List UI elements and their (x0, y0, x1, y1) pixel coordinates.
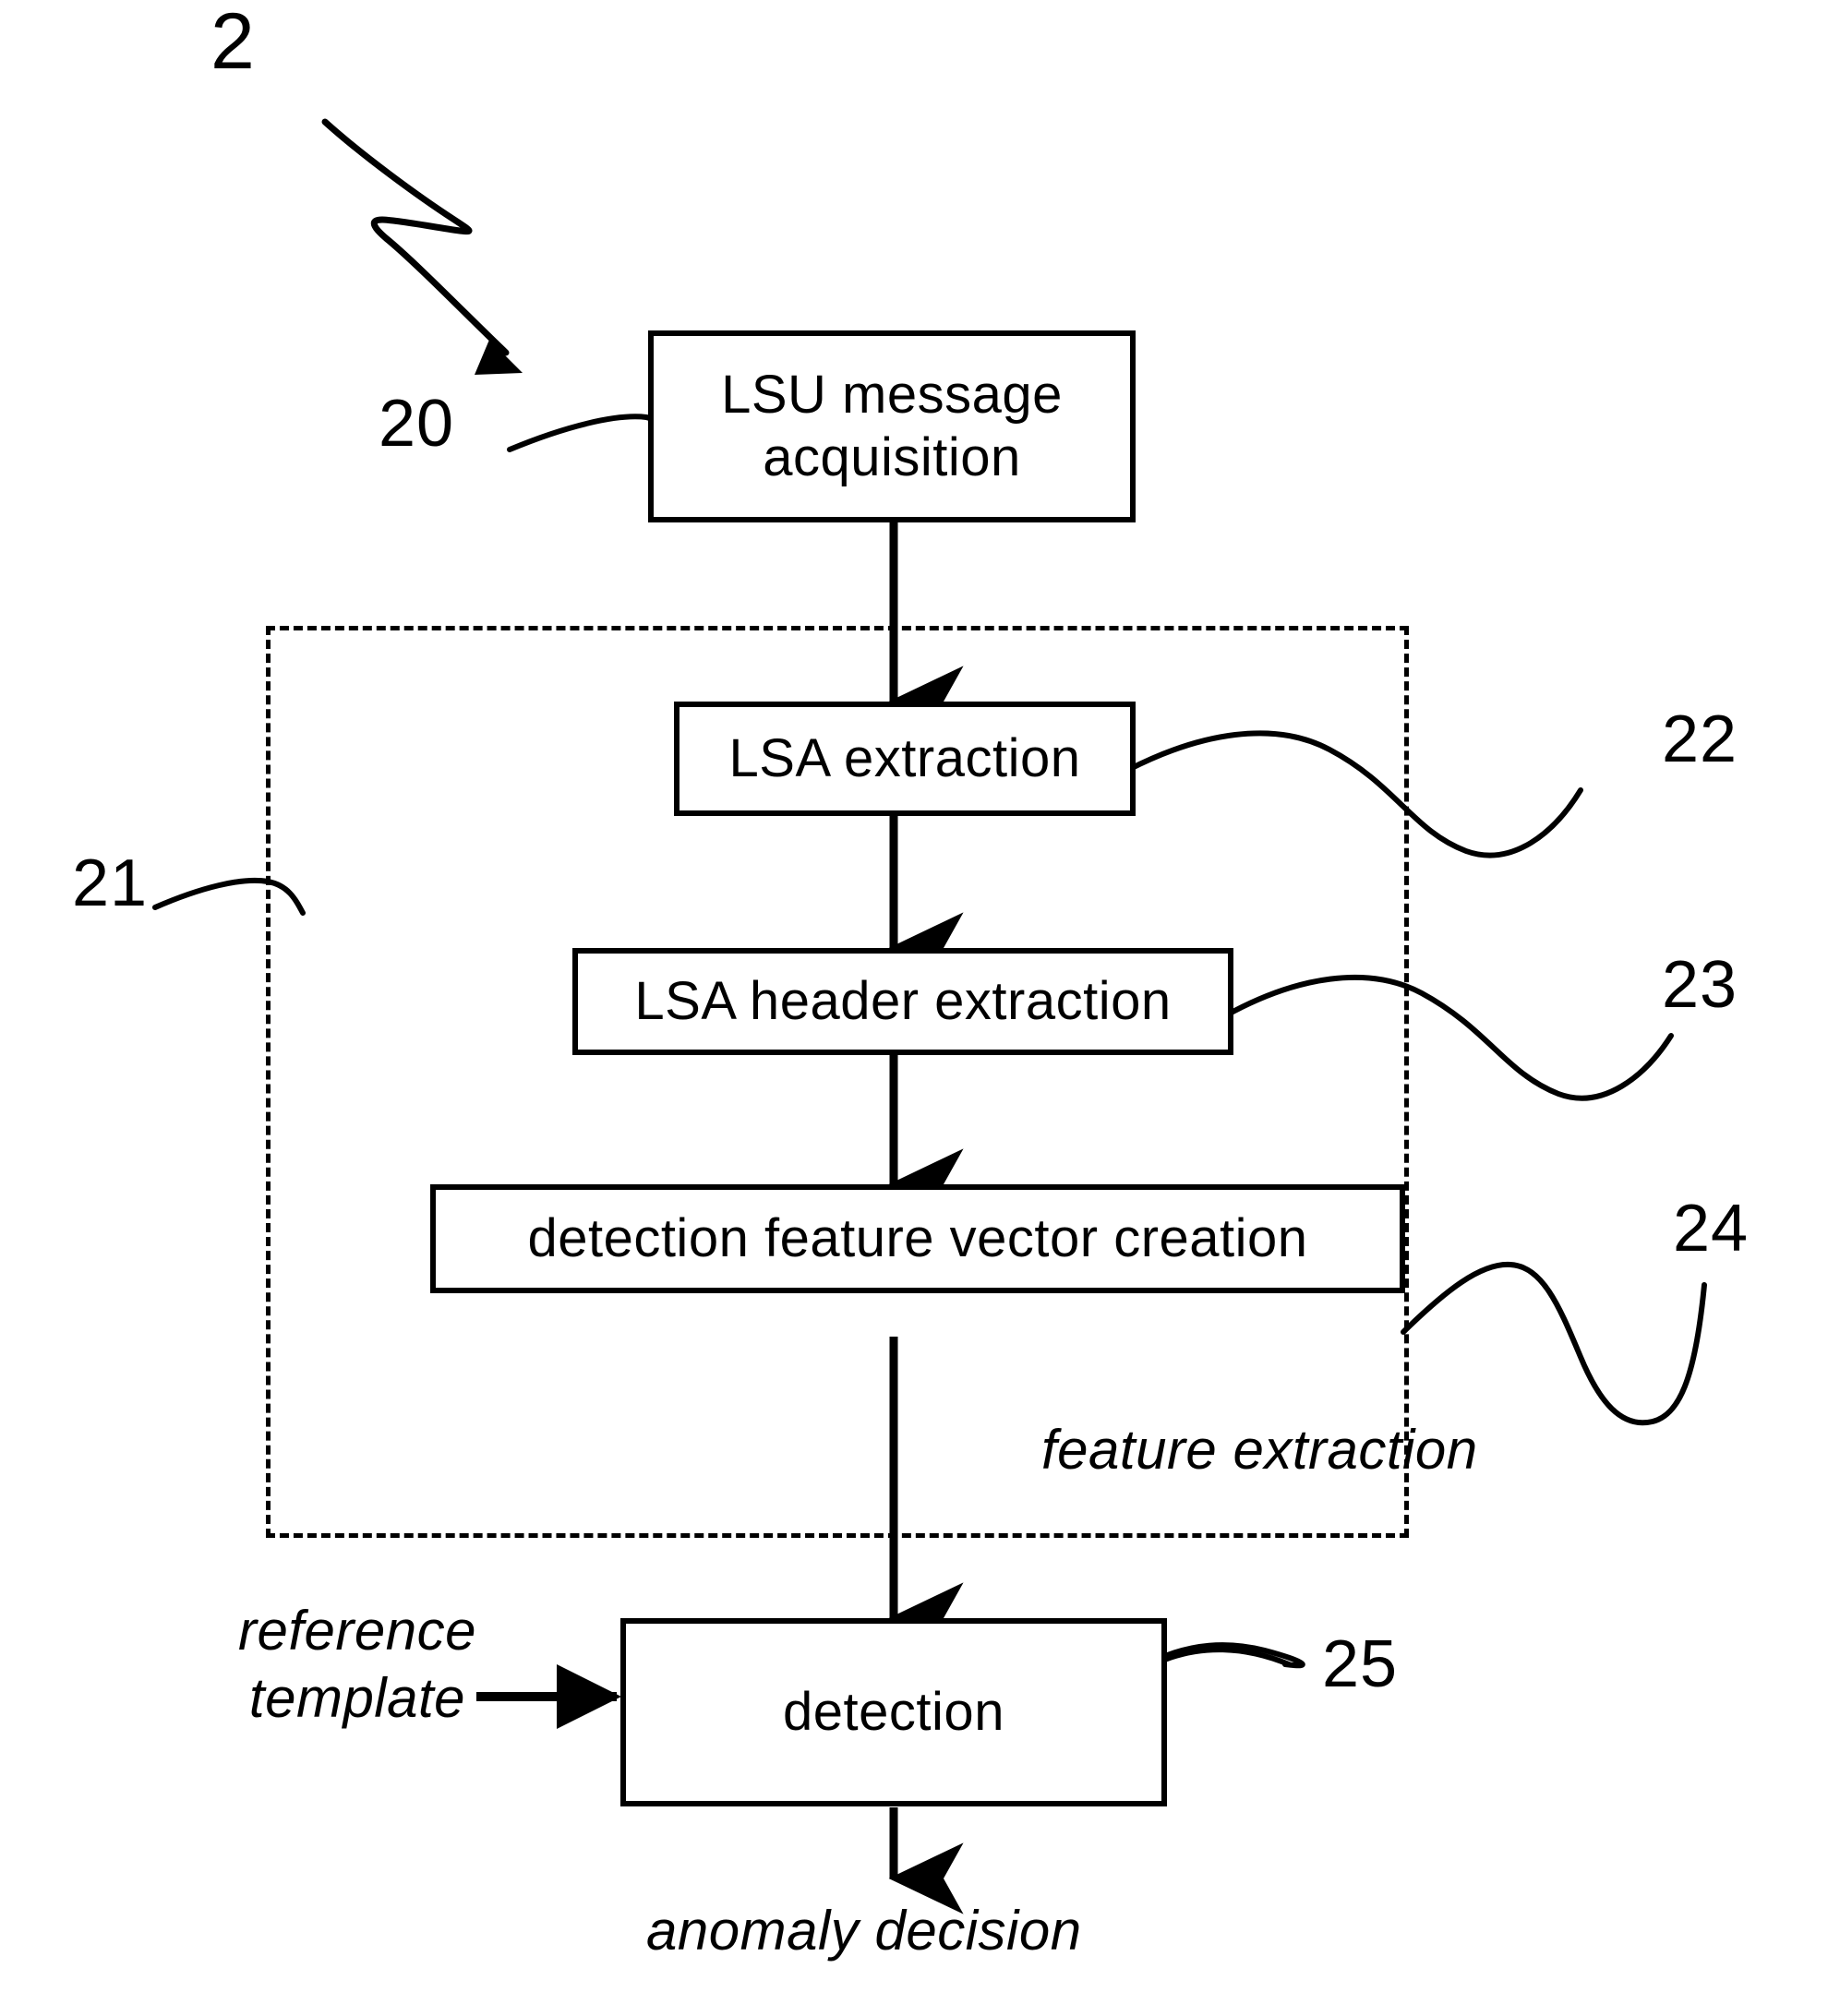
ref-number-22: 22 (1662, 702, 1738, 776)
patent-figure-2: 2 LSU message acquisition 20 LSA extract… (0, 0, 1840, 2016)
feature-extraction-caption: feature extraction (1041, 1419, 1478, 1481)
leader-24 (1401, 1261, 1707, 1426)
reference-template-label: reference template (238, 1600, 476, 1730)
figure-number: 2 (210, 0, 256, 86)
box-detection-label: detection (783, 1681, 1004, 1742)
ref-number-24: 24 (1673, 1192, 1750, 1266)
box-lsu-message-acquisition[interactable]: LSU message acquisition (648, 330, 1136, 522)
anomaly-decision-label: anomaly decision (646, 1900, 1082, 1962)
ref-number-25: 25 (1322, 1627, 1399, 1701)
box-lsa-extraction[interactable]: LSA extraction (674, 702, 1136, 816)
ref-number-23: 23 (1662, 948, 1738, 1022)
box-detection[interactable]: detection (620, 1618, 1167, 1806)
box-lsa-header-extraction-label: LSA header extraction (634, 970, 1172, 1031)
box-lsu-message-acquisition-label: LSU message acquisition (721, 364, 1063, 487)
leader-20 (507, 414, 659, 457)
ref-number-20: 20 (379, 387, 455, 461)
box-lsa-extraction-label: LSA extraction (728, 727, 1081, 788)
box-detection-feature-vector-creation-label: detection feature vector creation (527, 1207, 1308, 1268)
ref-number-21: 21 (72, 846, 149, 920)
box-lsa-header-extraction[interactable]: LSA header extraction (572, 948, 1233, 1055)
figure-pointer-arrow (321, 118, 523, 375)
box-detection-feature-vector-creation[interactable]: detection feature vector creation (430, 1184, 1405, 1293)
